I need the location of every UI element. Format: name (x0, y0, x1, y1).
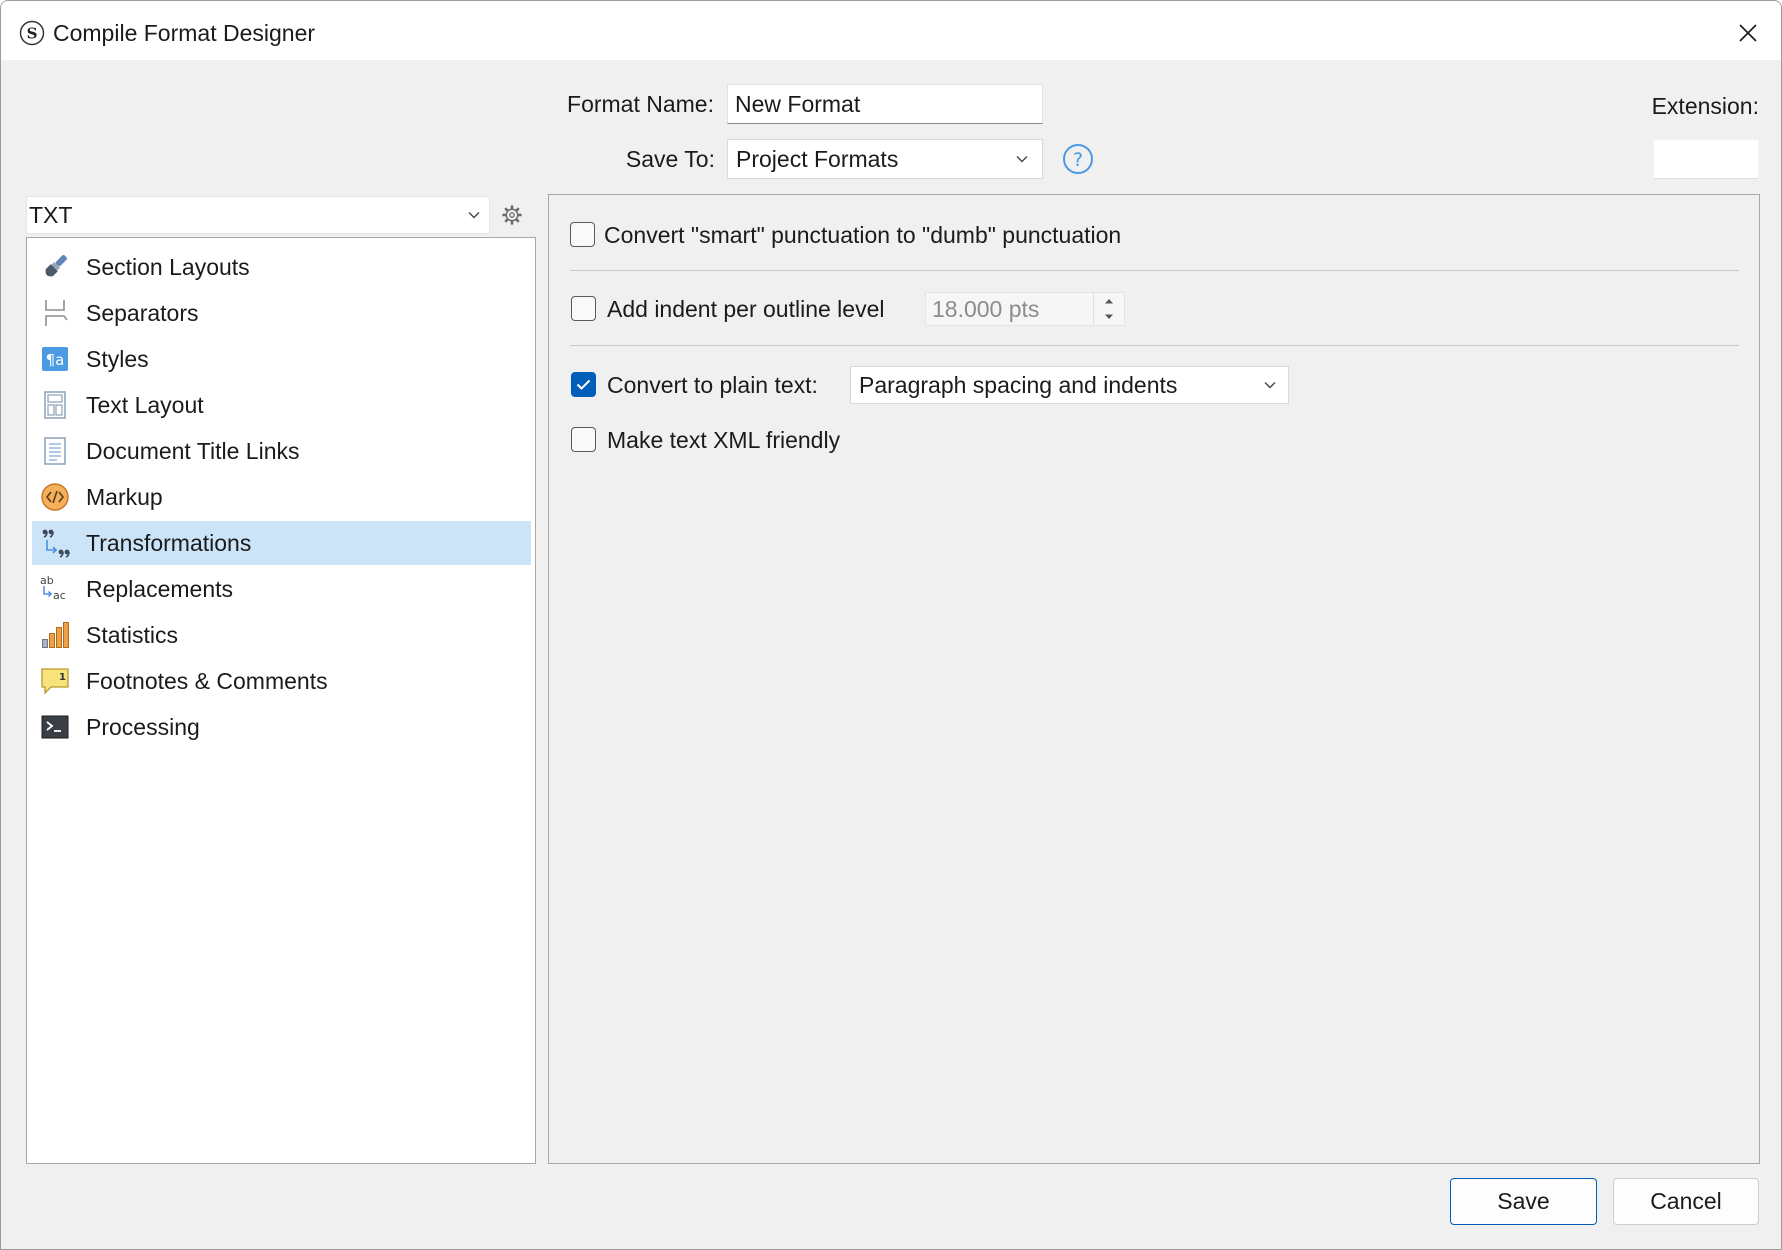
sidebar-item-footnotes-comments[interactable]: 1 Footnotes & Comments (32, 659, 531, 703)
save-to-label: Save To: (625, 146, 715, 172)
indent-amount-stepper[interactable]: 18.000 pts (925, 292, 1125, 326)
title-bar: S Compile Format Designer (1, 1, 1781, 60)
sidebar-item-styles[interactable]: ¶a Styles (32, 337, 531, 381)
sidebar-item-label: Markup (86, 483, 163, 510)
sidebar-item-label: Text Layout (86, 391, 204, 418)
svg-text:¶a: ¶a (46, 351, 65, 369)
styles-icon: ¶a (39, 343, 71, 375)
transformations-panel: Convert "smart" punctuation to "dumb" pu… (548, 194, 1760, 1164)
arrow-up-icon (1104, 298, 1114, 304)
cancel-button-label: Cancel (1650, 1188, 1722, 1214)
svg-text:?: ? (1073, 149, 1083, 171)
sidebar-item-label: Separators (86, 299, 199, 326)
text-layout-icon (39, 389, 71, 421)
divider (570, 345, 1739, 346)
quotes-transform-icon (39, 527, 71, 559)
sidebar-item-label: Styles (86, 345, 149, 372)
outline-indent-checkbox[interactable] (571, 296, 596, 321)
extension-label: Extension: (1651, 93, 1759, 119)
svg-text:S: S (27, 25, 38, 43)
sidebar-item-separators[interactable]: Separators (32, 291, 531, 335)
plain-text-mode-select[interactable]: Paragraph spacing and indents (850, 366, 1289, 404)
arrow-down-icon (1104, 314, 1114, 320)
save-button-label: Save (1497, 1188, 1550, 1214)
compile-format-designer-window: S Compile Format Designer Format Name: S… (0, 0, 1782, 1250)
sidebar-item-document-title-links[interactable]: Document Title Links (32, 429, 531, 473)
xml-friendly-label: Make text XML friendly (607, 427, 841, 453)
sidebar-item-label: Footnotes & Comments (86, 667, 328, 694)
outline-indent-label: Add indent per outline level (607, 296, 885, 322)
sidebar-item-replacements[interactable]: ab ac Replacements (32, 567, 531, 611)
smart-punctuation-checkbox[interactable] (570, 222, 595, 247)
sidebar-item-transformations[interactable]: Transformations (32, 521, 531, 565)
sidebar-item-label: Processing (86, 713, 200, 740)
plain-text-mode-value: Paragraph spacing and indents (859, 371, 1178, 398)
save-to-value: Project Formats (736, 145, 899, 172)
save-button[interactable]: Save (1450, 1178, 1597, 1225)
gear-icon[interactable] (501, 204, 523, 226)
format-sections-list: Section Layouts Separators ¶a Styles Tex… (26, 237, 536, 1164)
sidebar-item-label: Statistics (86, 621, 179, 648)
window-title: Compile Format Designer (53, 20, 316, 46)
stepper-down-button[interactable] (1094, 309, 1124, 325)
sidebar-item-text-layout[interactable]: Text Layout (32, 383, 531, 427)
sidebar-item-label: Section Layouts (86, 253, 250, 280)
cancel-button[interactable]: Cancel (1613, 1178, 1759, 1225)
chevron-down-icon (1264, 381, 1276, 389)
plain-text-checkbox[interactable] (571, 372, 596, 397)
chevron-down-icon (468, 211, 480, 219)
paintbrush-icon (39, 251, 71, 283)
sidebar-item-statistics[interactable]: Statistics (32, 613, 531, 657)
bar-chart-icon (39, 619, 71, 651)
chevron-down-icon (1016, 155, 1028, 163)
stepper-buttons (1093, 293, 1124, 325)
sidebar-item-label: Transformations (86, 529, 252, 556)
help-icon[interactable]: ? (1062, 143, 1094, 175)
separator-icon (39, 297, 71, 329)
save-to-select[interactable]: Project Formats (727, 139, 1043, 179)
svg-text:ab: ab (40, 574, 54, 587)
close-icon (1738, 23, 1758, 43)
sidebar-item-label: Document Title Links (86, 437, 300, 464)
replace-icon: ab ac (39, 573, 71, 605)
format-name-input[interactable] (727, 84, 1043, 124)
scrivener-icon: S (19, 20, 45, 46)
sidebar-item-section-layouts[interactable]: Section Layouts (32, 245, 531, 289)
format-type-select[interactable]: TXT (26, 196, 490, 234)
format-name-label: Format Name: (567, 91, 714, 117)
sidebar-item-processing[interactable]: Processing (32, 705, 531, 749)
markup-icon (39, 481, 71, 513)
sidebar-item-label: Replacements (86, 575, 234, 602)
format-type-value: TXT (29, 201, 73, 228)
smart-punctuation-label: Convert "smart" punctuation to "dumb" pu… (604, 222, 1122, 248)
extension-input[interactable] (1653, 139, 1759, 179)
xml-friendly-checkbox[interactable] (571, 427, 596, 452)
comment-icon: 1 (39, 665, 71, 697)
close-button[interactable] (1725, 14, 1771, 52)
document-icon (39, 435, 71, 467)
divider (570, 270, 1739, 271)
svg-text:ac: ac (53, 589, 66, 602)
terminal-icon (39, 711, 71, 743)
plain-text-label: Convert to plain text: (607, 372, 818, 398)
svg-text:1: 1 (59, 672, 66, 683)
indent-amount-value: 18.000 pts (932, 296, 1040, 322)
stepper-up-button[interactable] (1094, 293, 1124, 309)
sidebar-item-markup[interactable]: Markup (32, 475, 531, 519)
